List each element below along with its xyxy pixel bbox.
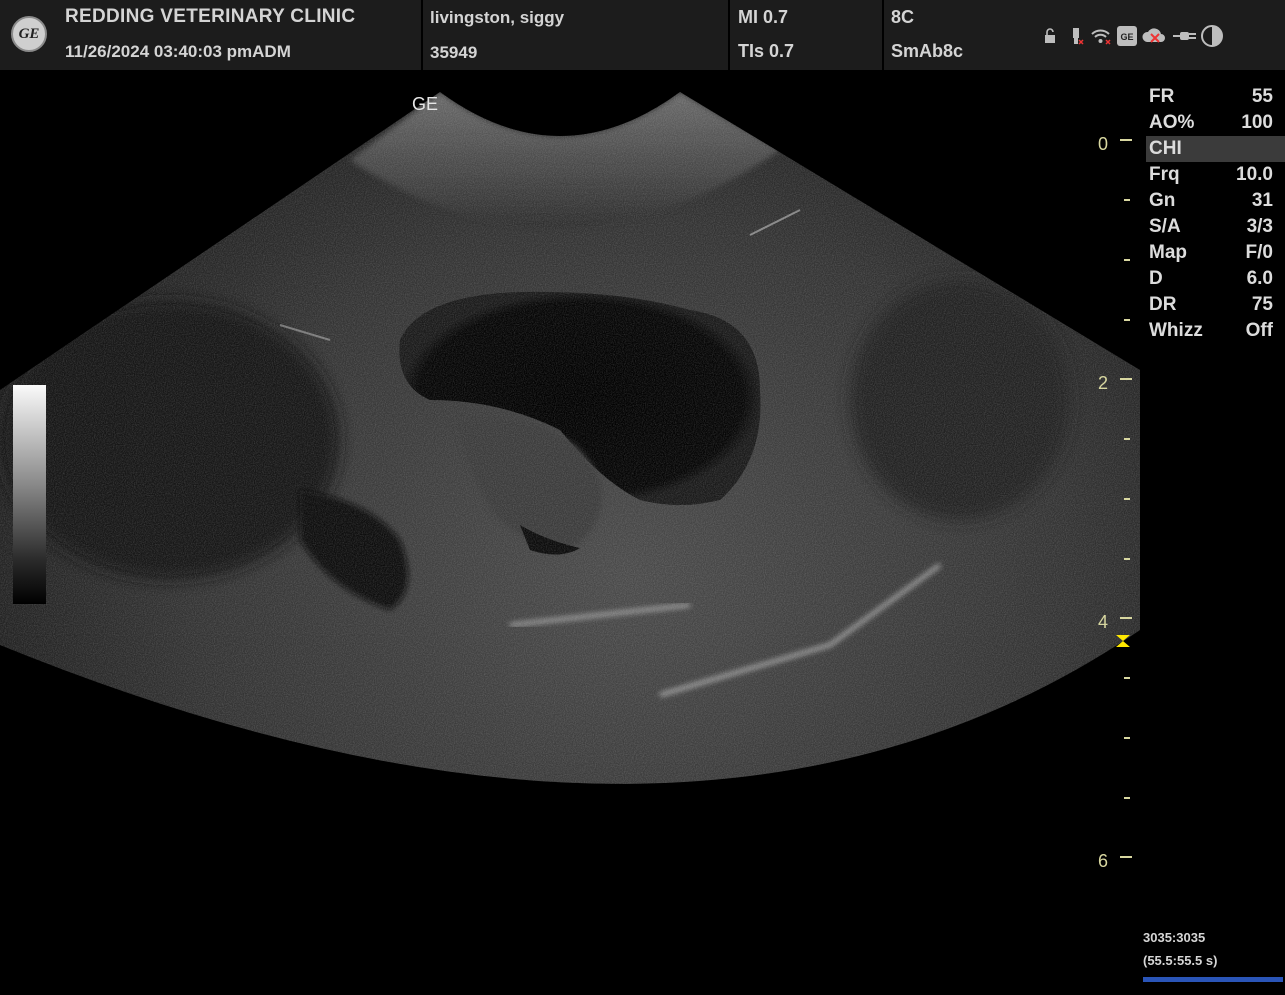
svg-text:GE: GE: [1120, 32, 1133, 42]
depth-label-4: 4: [1097, 612, 1108, 632]
depth-tick-minor: [1124, 259, 1130, 261]
cine-progress-bar[interactable]: [1143, 977, 1283, 982]
depth-tick-minor: [1124, 677, 1130, 679]
depth-tick-minor: [1124, 558, 1130, 560]
contrast-icon: [1200, 24, 1224, 48]
header-divider: [421, 0, 423, 70]
depth-tick-major: [1120, 378, 1132, 380]
depth-tick-minor: [1124, 319, 1130, 321]
grayscale-map-bar: [13, 385, 46, 604]
ge-logo-icon: GE: [11, 16, 47, 52]
thermal-index: TIs 0.7: [738, 41, 795, 61]
probe-name: 8C: [891, 7, 915, 27]
header-bar: GE REDDING VETERINARY CLINIC 11/26/2024 …: [0, 0, 1285, 70]
param-depth: D 6.0: [1149, 268, 1273, 289]
ultrasound-sector-image: [0, 92, 1140, 784]
param-sa: S/A 3/3: [1149, 216, 1273, 237]
ultrasound-image-area[interactable]: GE: [0, 70, 1140, 990]
depth-tick-major: [1120, 856, 1132, 858]
clinic-name: REDDING VETERINARY CLINIC: [65, 6, 356, 27]
depth-label-2: 2: [1097, 373, 1108, 393]
imaging-parameters-panel: FR 55 AO% 100 CHI Frq 10.0 Gn 31 S/A 3/3 Map F…: [1146, 84, 1285, 344]
depth-tick-major: [1120, 139, 1132, 141]
depth-tick-major: [1120, 617, 1132, 619]
focal-zone-marker[interactable]: [1114, 634, 1132, 648]
depth-label-6: 6: [1097, 851, 1108, 871]
param-chi-mode: CHI: [1146, 136, 1285, 162]
mechanical-index: MI 0.7: [738, 7, 789, 27]
depth-tick-minor: [1124, 199, 1130, 201]
param-frequency: Frq 10.0: [1149, 164, 1273, 185]
patient-name: livingston, siggy: [430, 8, 565, 27]
lock-icon: [1042, 24, 1058, 48]
param-acoustic-output: AO% 100: [1149, 112, 1273, 133]
patient-id: 35949: [430, 43, 478, 62]
ge-service-icon: GE: [1116, 24, 1138, 48]
param-dynamic-range: DR 75: [1149, 294, 1273, 315]
exam-datetime: 11/26/2024 03:40:03 pmADM: [65, 42, 291, 61]
usb-icon: [1068, 24, 1084, 48]
depth-tick-minor: [1124, 498, 1130, 500]
param-frame-rate: FR 55: [1149, 86, 1273, 107]
exam-preset: SmAb8c: [891, 41, 964, 61]
depth-tick-minor: [1124, 737, 1130, 739]
cine-frame-counter: 3035:3035: [1143, 930, 1206, 945]
depth-tick-minor: [1124, 797, 1130, 799]
header-divider: [882, 0, 884, 70]
param-map: Map F/0: [1149, 242, 1273, 263]
param-whizz: Whizz Off: [1149, 320, 1273, 341]
cine-time-readout: (55.5:55.5 s): [1143, 953, 1218, 968]
header-divider: [728, 0, 730, 70]
wifi-icon: [1090, 24, 1112, 48]
param-gain: Gn 31: [1149, 190, 1273, 211]
depth-label-0: 0: [1097, 134, 1108, 154]
cloud-offline-icon: [1142, 24, 1168, 48]
orientation-marker: GE: [412, 94, 439, 114]
power-plug-icon: [1172, 24, 1198, 48]
depth-tick-minor: [1124, 438, 1130, 440]
